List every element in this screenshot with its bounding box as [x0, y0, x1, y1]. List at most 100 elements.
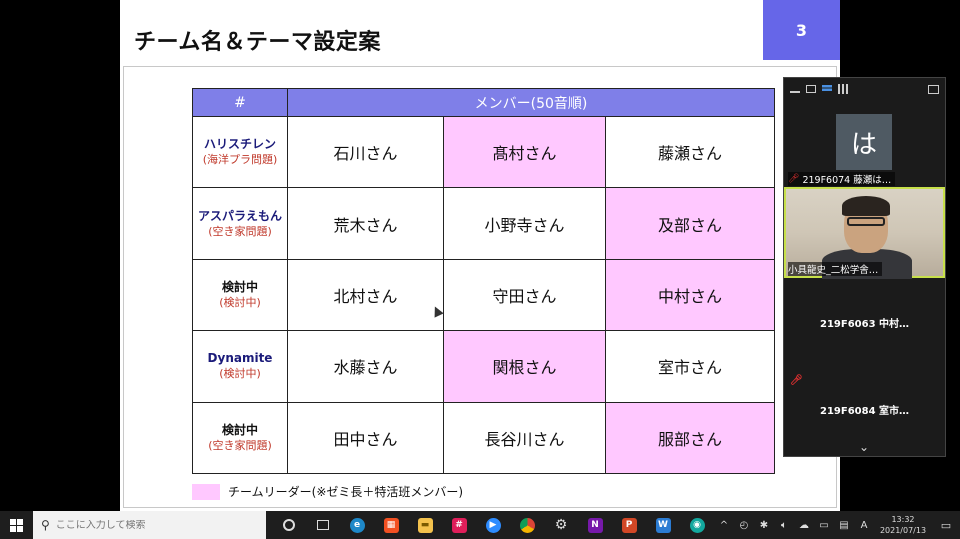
video-person-glasses — [847, 217, 885, 226]
team-cell: 検討中 (検討中) — [192, 258, 288, 332]
team-theme: (海洋プラ問題) — [202, 153, 278, 167]
team-name: 検討中 — [221, 279, 258, 294]
ime-indicator[interactable]: A — [854, 511, 874, 539]
slack-icon[interactable]: # — [442, 511, 476, 539]
team-name: 検討中 — [221, 422, 258, 437]
hide-video-icon[interactable] — [806, 85, 816, 93]
search-icon: ⚲ — [40, 518, 50, 532]
member-cell: 藤瀬さん — [605, 115, 775, 189]
notification-icon[interactable]: ▭ — [932, 511, 960, 539]
participant-name: 小具龍史_二松学舎… — [788, 265, 879, 276]
table-row: 検討中 (空き家問題) 田中さん 長谷川さん 服部さん — [192, 401, 775, 474]
page-number-badge: 3 — [763, 0, 840, 60]
zoom-participant-panel: は 🎤︎ 219F6074 藤瀬は… 小具龍史_二松学舎… 219F6063 中… — [783, 77, 946, 457]
video-person-hair — [842, 196, 890, 216]
bluetooth-icon[interactable]: ✱ — [754, 511, 774, 539]
legend-swatch — [192, 483, 220, 500]
header-team: # — [192, 88, 288, 117]
speaker-view-icon[interactable] — [822, 85, 832, 93]
participant-label: 小具龍史_二松学舎… — [788, 262, 883, 276]
member-cell: 石川さん — [287, 115, 444, 189]
table-header-row: # メンバー(50音順) — [192, 88, 775, 117]
table-row: 検討中 (検討中) 北村さん 守田さん 中村さん — [192, 258, 775, 332]
team-theme: (検討中) — [219, 295, 261, 309]
table-row: アスパラえもん (空き家問題) 荒木さん 小野寺さん 及部さん — [192, 187, 775, 260]
clock-time: 13:32 — [891, 515, 915, 524]
app-icon[interactable]: ◉ — [680, 511, 714, 539]
member-cell-leader: 服部さん — [605, 401, 775, 474]
onenote-icon[interactable]: N — [578, 511, 612, 539]
panel-toolbar — [784, 78, 945, 100]
explorer-icon[interactable]: ▬ — [408, 511, 442, 539]
windows-logo-icon — [9, 518, 23, 532]
member-cell: 荒木さん — [287, 187, 444, 260]
presentation-slide: チーム名＆テーマ設定案 3 # メンバー(50音順) ハリスチレン (海洋プラ問… — [120, 0, 840, 511]
team-table: # メンバー(50音順) ハリスチレン (海洋プラ問題) 石川さん 髙村さん 藤… — [192, 88, 775, 474]
participant-tile[interactable]: 219F6063 中村… — [784, 280, 945, 365]
participant-label: 🎤︎ 219F6074 藤瀬は… — [788, 172, 896, 186]
table-row: Dynamite (検討中) 水藤さん 関根さん 室市さん — [192, 330, 775, 403]
team-cell: アスパラえもん (空き家問題) — [192, 187, 288, 260]
participant-name: 219F6063 中村… — [819, 319, 910, 330]
chevron-up-icon[interactable]: ^ — [714, 511, 734, 539]
legend-text: チームリーダー(※ゼミ長＋特活班メンバー) — [228, 485, 464, 499]
participant-tile[interactable]: は 🎤︎ 219F6074 藤瀬は… — [784, 100, 945, 186]
display-icon[interactable]: ▤ — [834, 511, 854, 539]
avatar: は — [836, 114, 892, 170]
settings-gear-icon[interactable]: ⚙ — [544, 511, 578, 539]
team-name: ハリスチレン — [203, 137, 276, 152]
cortana-icon[interactable] — [272, 511, 306, 539]
clock[interactable]: 13:32 2021/07/13 — [874, 514, 932, 536]
network-icon[interactable]: ▭ — [814, 511, 834, 539]
onedrive-cloud-icon[interactable]: ☁ — [794, 511, 814, 539]
member-cell-leader: 及部さん — [605, 187, 775, 260]
member-cell-leader: 髙村さん — [443, 115, 606, 189]
team-theme: (空き家問題) — [208, 224, 272, 238]
team-name: アスパラえもん — [197, 208, 282, 223]
minimize-icon[interactable] — [790, 85, 800, 93]
participant-tile-video[interactable]: 小具龍史_二松学舎… — [784, 187, 945, 279]
member-cell: 室市さん — [605, 330, 775, 403]
word-icon[interactable]: W — [646, 511, 680, 539]
system-tray: ^ ◴ ✱ 🔈︎ ☁ ▭ ▤ A 13:32 2021/07/13 ▭ — [714, 511, 960, 539]
taskbar: ⚲ e ▦ ▬ # ▶ ⚙ N P W ◉ ^ ◴ ✱ 🔈︎ ☁ ▭ ▤ A — [0, 511, 960, 539]
volume-icon[interactable]: 🔈︎ — [774, 511, 794, 539]
powerpoint-icon[interactable]: P — [612, 511, 646, 539]
meet-now-icon[interactable]: ◴ — [734, 511, 754, 539]
zoom-icon[interactable]: ▶ — [476, 511, 510, 539]
clock-date: 2021/07/13 — [879, 526, 927, 535]
pinned-apps: e ▦ ▬ # ▶ ⚙ N P W ◉ — [272, 511, 714, 539]
member-cell: 守田さん — [443, 258, 606, 332]
member-cell-leader: 中村さん — [605, 258, 775, 332]
chevron-down-icon[interactable]: ⌄ — [859, 440, 869, 454]
edge-icon[interactable]: e — [340, 511, 374, 539]
screen: チーム名＆テーマ設定案 3 # メンバー(50音順) ハリスチレン (海洋プラ問… — [0, 0, 960, 539]
team-name: Dynamite — [207, 351, 273, 366]
participant-name: 219F6074 藤瀬は… — [802, 175, 892, 186]
team-theme: (空き家問題) — [208, 438, 272, 452]
mic-muted-icon: 🎤︎ — [788, 174, 800, 184]
team-cell: 検討中 (空き家問題) — [192, 401, 288, 474]
team-cell: ハリスチレン (海洋プラ問題) — [192, 115, 288, 189]
member-cell: 水藤さん — [287, 330, 444, 403]
exit-minimized-icon[interactable] — [928, 84, 939, 94]
member-cell: 小野寺さん — [443, 187, 606, 260]
taskbar-search[interactable]: ⚲ — [32, 511, 266, 539]
header-members: メンバー(50音順) — [287, 88, 775, 117]
gallery-view-icon[interactable] — [838, 84, 848, 94]
task-view-icon[interactable] — [306, 511, 340, 539]
member-cell-leader: 関根さん — [443, 330, 606, 403]
mic-muted-icon: 🎤︎ — [790, 375, 803, 386]
participant-name: 219F6084 室市… — [819, 406, 910, 417]
table-row: ハリスチレン (海洋プラ問題) 石川さん 髙村さん 藤瀬さん — [192, 115, 775, 189]
member-cell: 長谷川さん — [443, 401, 606, 474]
team-cell: Dynamite (検討中) — [192, 330, 288, 403]
slide-title: チーム名＆テーマ設定案 — [134, 30, 381, 55]
chrome-icon[interactable] — [510, 511, 544, 539]
search-input[interactable] — [55, 519, 256, 531]
member-cell: 田中さん — [287, 401, 444, 474]
store-icon[interactable]: ▦ — [374, 511, 408, 539]
legend: チームリーダー(※ゼミ長＋特活班メンバー) — [192, 483, 463, 500]
start-button[interactable] — [0, 511, 33, 539]
team-theme: (検討中) — [219, 367, 261, 381]
